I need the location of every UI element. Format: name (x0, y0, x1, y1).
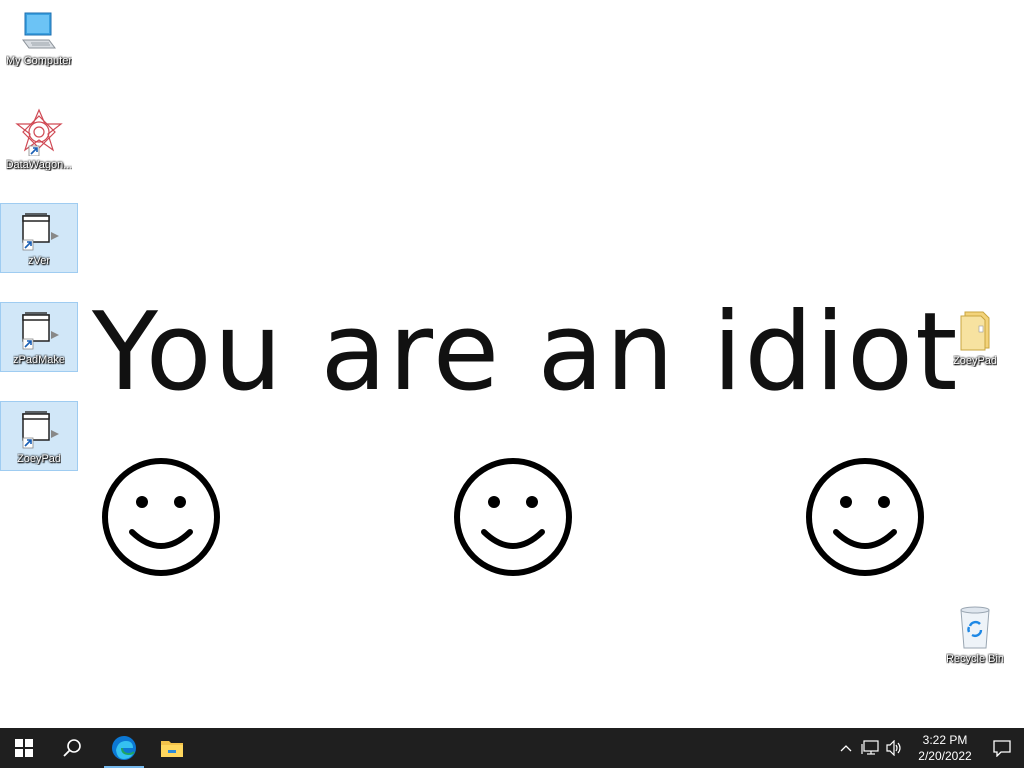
datawagon-icon (15, 108, 63, 156)
smiley-face-icon (806, 458, 924, 576)
edge-taskbar-button[interactable] (100, 728, 148, 768)
desktop-icon-label: ZoeyPad (952, 355, 998, 367)
computer-icon (19, 10, 59, 52)
clock-time: 3:22 PM (922, 733, 968, 747)
start-icon (15, 739, 33, 757)
file-explorer-icon (161, 741, 183, 757)
zver-shortcut-icon (17, 210, 61, 252)
edge-icon (112, 736, 136, 760)
taskbar: 3:22 PM 2/20/2022 (0, 728, 1024, 768)
zoeypad-shortcut-icon (17, 408, 61, 450)
desktop-icon-zoeypad-shortcut[interactable]: ZoeyPad (0, 401, 78, 471)
search-icon (63, 739, 81, 757)
speaker-icon (886, 740, 901, 756)
recycle-bin-icon (955, 604, 995, 650)
clock[interactable]: 3:22 PM 2/20/2022 (910, 732, 980, 764)
desktop-icon-label: My Computer (5, 55, 73, 67)
volume-button[interactable] (882, 728, 906, 768)
smiley-face-icon (102, 458, 220, 576)
idiot-message-text: You are an idiot (92, 290, 960, 415)
start-button[interactable] (0, 728, 48, 768)
desktop-icon-label: zPadMake (13, 354, 65, 366)
desktop-icon-zver[interactable]: zVer (0, 203, 78, 273)
desktop-icon-my-computer[interactable]: My Computer (0, 4, 78, 74)
network-button[interactable] (858, 728, 882, 768)
desktop-icon-label: DataWagon... (5, 159, 73, 171)
system-tray: 3:22 PM 2/20/2022 (834, 728, 1024, 768)
clock-date: 2/20/2022 (918, 749, 972, 763)
desktop[interactable]: My Computer DataWagon... zVer zPadMake Z… (0, 0, 1024, 728)
desktop-icon-datawagon[interactable]: DataWagon... (0, 102, 78, 172)
network-icon (861, 740, 879, 755)
desktop-icon-label: Recycle Bin (945, 653, 1005, 665)
desktop-icon-label: ZoeyPad (16, 453, 62, 465)
chevron-up-icon (840, 745, 852, 752)
desktop-icon-recycle-bin[interactable]: Recycle Bin (936, 598, 1014, 668)
action-center-button[interactable] (980, 728, 1024, 768)
folder-icon (955, 306, 995, 352)
show-hidden-icons-button[interactable] (834, 728, 858, 768)
zpadmake-shortcut-icon (17, 309, 61, 351)
search-button[interactable] (48, 728, 96, 768)
desktop-icon-zpadmake[interactable]: zPadMake (0, 302, 78, 372)
smiley-face-icon (454, 458, 572, 576)
desktop-icon-label: zVer (27, 255, 50, 267)
notification-icon (993, 740, 1011, 757)
file-explorer-taskbar-button[interactable] (148, 728, 196, 768)
